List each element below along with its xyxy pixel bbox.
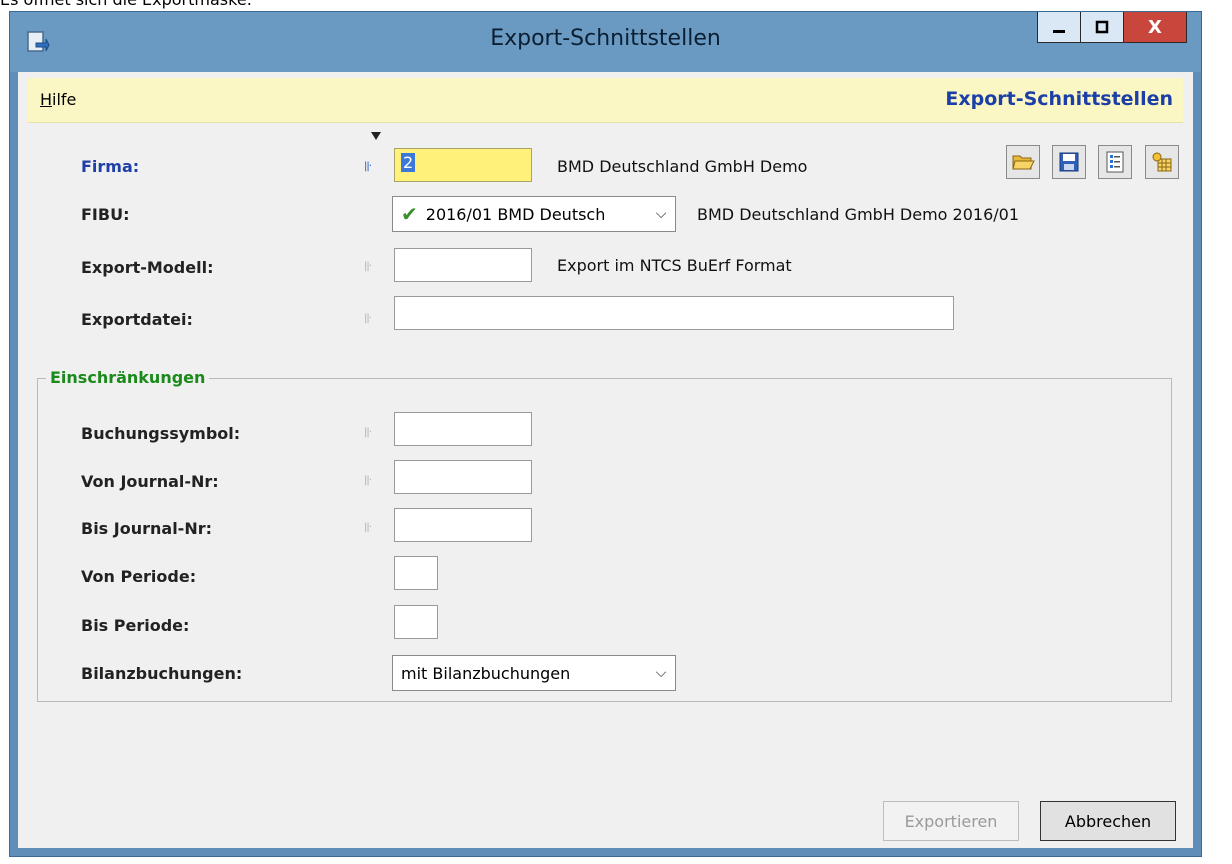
menu-hilfe-mnemonic: H: [40, 90, 53, 109]
cursor-marker: [371, 132, 381, 140]
list-button[interactable]: [1098, 145, 1132, 179]
minimize-icon: [1053, 30, 1065, 33]
close-icon: X: [1148, 16, 1162, 38]
exportdatei-lookup-icon[interactable]: ||·: [364, 313, 378, 324]
open-folder-icon: [1012, 155, 1035, 170]
firma-lookup-icon[interactable]: ||·: [364, 161, 378, 172]
title-bar: Export-Schnittstellen X: [10, 12, 1201, 72]
fibu-select[interactable]: ✔ 2016/01 BMD Deutsch ⌵: [392, 196, 676, 232]
bis-journal-lookup-icon[interactable]: ||·: [364, 522, 378, 533]
von-periode-input[interactable]: [394, 556, 438, 590]
save-button[interactable]: [1052, 145, 1086, 179]
exportdatei-input[interactable]: [394, 296, 954, 330]
export-modell-lookup-icon[interactable]: ||·: [364, 261, 378, 272]
von-periode-label: Von Periode:: [81, 567, 197, 586]
open-folder-button[interactable]: [1006, 145, 1040, 179]
check-icon: ✔: [401, 202, 418, 226]
bilanzbuchungen-label: Bilanzbuchungen:: [81, 664, 243, 683]
firma-description: BMD Deutschland GmbH Demo: [557, 157, 808, 176]
minimize-button[interactable]: [1037, 12, 1081, 43]
chevron-down-icon: ⌵: [655, 206, 667, 222]
bilanzbuchungen-select[interactable]: mit Bilanzbuchungen ⌵: [392, 655, 676, 691]
firma-value: 2: [401, 153, 416, 172]
maximize-button[interactable]: [1080, 12, 1124, 43]
chevron-down-icon: ⌵: [655, 665, 667, 681]
save-icon: [1059, 152, 1079, 172]
page-caption: Es öffnet sich die Exportmaske:: [0, 0, 252, 9]
buchungssymbol-label: Buchungssymbol:: [81, 424, 241, 443]
bis-periode-label: Bis Periode:: [81, 616, 190, 635]
einschraenkungen-legend: Einschränkungen: [46, 368, 210, 387]
firma-label: Firma:: [81, 157, 140, 176]
menu-hilfe-rest: ilfe: [52, 90, 77, 109]
bilanzbuchungen-selected: mit Bilanzbuchungen: [401, 663, 571, 683]
settings-grid-icon: [1152, 152, 1172, 172]
cancel-button[interactable]: Abbrechen: [1040, 801, 1176, 841]
von-journal-input[interactable]: [394, 460, 532, 494]
list-icon: [1106, 151, 1124, 173]
bis-journal-label: Bis Journal-Nr:: [81, 519, 212, 538]
menu-bar: Hilfe Export-Schnittstellen: [28, 78, 1183, 123]
export-modell-input[interactable]: [394, 248, 532, 282]
settings-grid-button[interactable]: [1145, 145, 1179, 179]
fibu-description: BMD Deutschland GmbH Demo 2016/01: [697, 205, 1020, 224]
header-title: Export-Schnittstellen: [945, 88, 1173, 110]
export-button[interactable]: Exportieren: [883, 801, 1019, 841]
bis-periode-input[interactable]: [394, 605, 438, 639]
von-journal-label: Von Journal-Nr:: [81, 472, 219, 491]
export-modell-description: Export im NTCS BuErf Format: [557, 256, 792, 275]
fibu-label: FIBU:: [81, 205, 130, 224]
exportdatei-label: Exportdatei:: [81, 310, 193, 329]
buchungssymbol-lookup-icon[interactable]: ||·: [364, 427, 378, 438]
buchungssymbol-input[interactable]: [394, 412, 532, 446]
bis-journal-input[interactable]: [394, 508, 532, 542]
menu-hilfe[interactable]: Hilfe: [40, 90, 76, 109]
close-button[interactable]: X: [1123, 12, 1187, 43]
window-title: Export-Schnittstellen: [490, 26, 721, 51]
maximize-icon: [1095, 20, 1109, 34]
firma-input[interactable]: 2: [394, 148, 532, 182]
von-journal-lookup-icon[interactable]: ||·: [364, 475, 378, 486]
fibu-selected: 2016/01 BMD Deutsch: [425, 204, 606, 224]
export-modell-label: Export-Modell:: [81, 258, 214, 277]
